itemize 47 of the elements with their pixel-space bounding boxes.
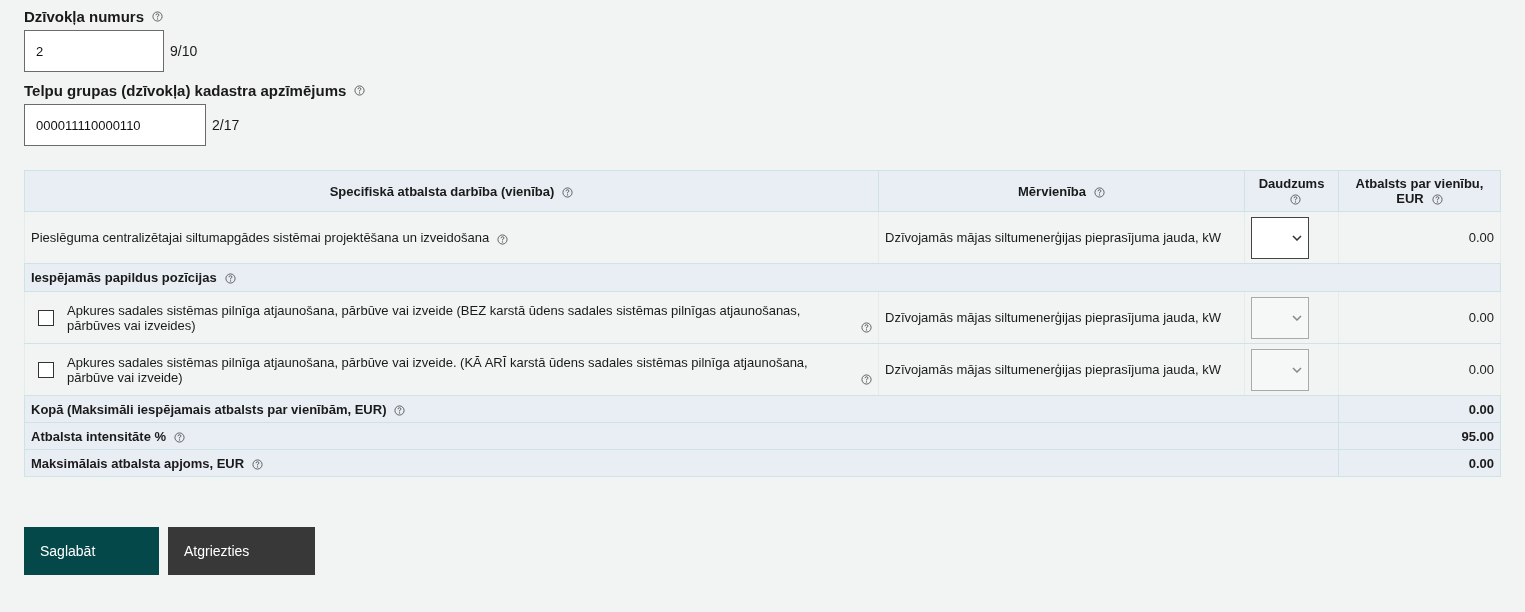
column-header: Daudzums <box>1244 170 1339 212</box>
chevron-down-icon <box>1292 234 1302 241</box>
save-button[interactable]: Saglabāt <box>24 527 159 575</box>
column-header: Atbalsts par vienību, EUR <box>1338 170 1501 212</box>
field-label: Dzīvokļa numurs <box>24 8 145 25</box>
summary-value: 95.00 <box>1461 428 1494 444</box>
character-counter: 2/17 <box>212 117 240 133</box>
help-icon[interactable] <box>354 85 366 96</box>
text-input[interactable]: 2 <box>24 30 164 72</box>
column-header: Mērvienība <box>878 170 1245 212</box>
help-icon[interactable] <box>224 273 236 285</box>
summary-label: Atbalsta intensitāte % <box>31 428 167 444</box>
field-label: Telpu grupas (dzīvokļa) kadastra apzīmējums <box>24 82 347 99</box>
summary-label: Maksimālais atbalsta apjoms, EUR <box>31 455 245 471</box>
help-icon[interactable] <box>1431 194 1443 206</box>
unit-text: Dzīvojamās mājas siltumenerģijas pieprasījuma jauda, kW <box>885 230 1221 245</box>
summary-value: 0.00 <box>1468 455 1494 471</box>
help-icon[interactable] <box>861 373 872 385</box>
amount-value: 0.00 <box>1468 362 1494 377</box>
activity-text: Pieslēguma centralizētajai siltumapgādes sistēmai projektēšana un izveidošana <box>31 230 490 245</box>
help-icon[interactable] <box>152 11 164 22</box>
unit-text: Dzīvojamās mājas siltumenerģijas pieprasījuma jauda, kW <box>885 362 1221 377</box>
activity-text: Apkures sadales sistēmas pilnīga atjaunošana, pārbūve vai izveide (BEZ karstā ūdens sadales sistēmas pilnīgas atjaunošanas, pārbūves vai izveides) <box>67 302 802 333</box>
help-icon[interactable] <box>1093 186 1105 198</box>
quantity-select[interactable] <box>1251 216 1309 259</box>
back-button[interactable]: Atgriezties <box>168 527 315 575</box>
help-icon[interactable] <box>394 404 406 416</box>
text-input[interactable]: 000011110000110 <box>24 104 206 146</box>
summary-value: 0.00 <box>1468 401 1494 417</box>
column-header: Specifiskā atbalsta darbība (vienība) <box>24 170 879 212</box>
summary-label: Kopā (Maksimāli iespējamais atbalsts par vienībām, EUR) <box>31 401 387 417</box>
checkbox[interactable] <box>38 309 54 326</box>
group-label: Iespējamās papildus pozīcijas <box>31 270 217 285</box>
amount-value: 0.00 <box>1468 230 1494 245</box>
checkbox[interactable] <box>38 361 54 378</box>
help-icon[interactable] <box>1290 194 1301 206</box>
unit-text: Dzīvojamās mājas siltumenerģijas pieprasījuma jauda, kW <box>885 310 1221 325</box>
activity-text: Apkures sadales sistēmas pilnīga atjaunošana, pārbūve vai izveide. (KĀ ARĪ karstā ūdens sadales sistēmas pilnīga atjaunošana, pārbūve vai izveide) <box>67 354 809 385</box>
character-counter: 9/10 <box>170 43 198 59</box>
help-icon[interactable] <box>497 234 509 245</box>
help-icon[interactable] <box>174 431 186 443</box>
help-icon[interactable] <box>861 321 872 333</box>
help-icon[interactable] <box>562 186 574 198</box>
chevron-down-icon <box>1292 366 1302 373</box>
chevron-down-icon <box>1292 314 1302 321</box>
help-icon[interactable] <box>252 458 264 470</box>
amount-value: 0.00 <box>1468 310 1494 325</box>
